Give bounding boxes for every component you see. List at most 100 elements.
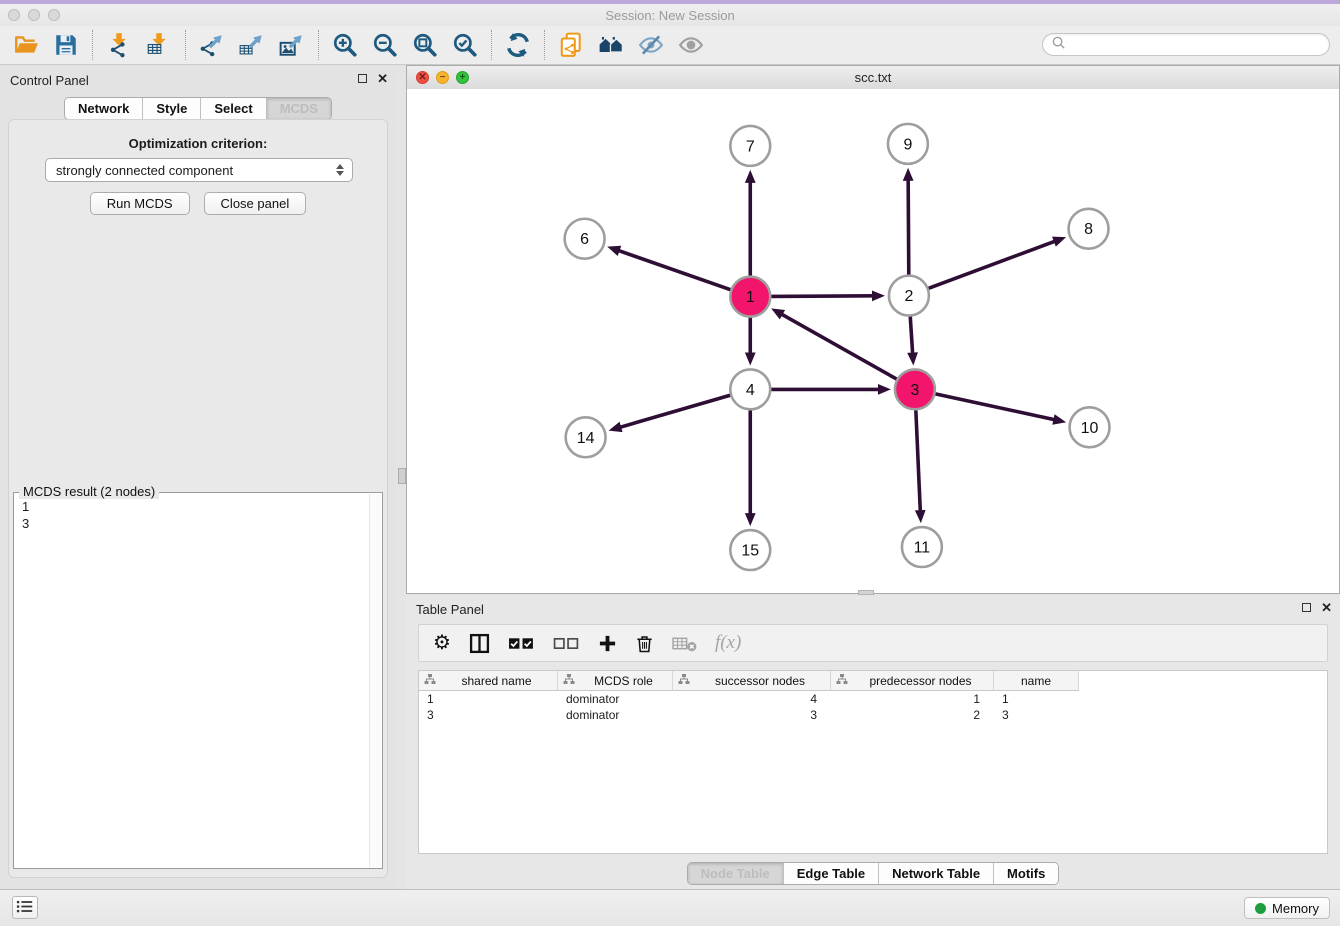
memory-status-icon <box>1255 903 1266 914</box>
add-column-icon[interactable] <box>598 630 617 656</box>
tab-edge-table[interactable]: Edge Table <box>784 863 879 884</box>
export-table-icon[interactable] <box>232 29 272 61</box>
toolbar-separator <box>92 30 93 60</box>
mcds-result-list: 13 <box>14 493 382 537</box>
edge-arrowhead <box>903 168 914 181</box>
table-row[interactable]: 1dominator411 <box>419 691 1081 707</box>
tab-mcds[interactable]: MCDS <box>267 98 331 119</box>
delete-columns-icon[interactable] <box>635 630 654 656</box>
table-cell[interactable]: dominator <box>558 707 673 723</box>
float-panel-icon[interactable] <box>358 74 367 83</box>
graph-node-label: 1 <box>746 289 755 306</box>
search-input[interactable] <box>1070 35 1329 55</box>
mcds-result-box: MCDS result (2 nodes) 13 <box>13 492 383 869</box>
main-toolbar <box>0 26 1340 65</box>
import-network-icon[interactable] <box>99 29 139 61</box>
run-mcds-button[interactable]: Run MCDS <box>90 192 190 215</box>
task-history-button[interactable] <box>12 896 38 919</box>
column-header-predecessor-nodes[interactable]: predecessor nodes <box>831 671 994 691</box>
session-title: Session: New Session <box>0 8 1340 23</box>
table-cell[interactable]: 1 <box>994 691 1079 707</box>
criterion-value: strongly connected component <box>56 163 336 178</box>
toolbar-separator <box>544 30 545 60</box>
table-cell[interactable]: dominator <box>558 691 673 707</box>
graph-edge-1-6[interactable] <box>618 250 731 289</box>
table-cell[interactable]: 3 <box>994 707 1079 723</box>
edge-arrowhead <box>745 513 756 526</box>
result-scrollbar[interactable] <box>369 494 381 867</box>
show-panels-icon[interactable] <box>671 29 711 61</box>
control-panel-header: Control Panel ✕ <box>0 71 396 91</box>
tab-node-table[interactable]: Node Table <box>688 863 784 884</box>
zoom-fit-icon[interactable] <box>405 29 445 61</box>
tab-network-table[interactable]: Network Table <box>879 863 994 884</box>
column-header-mcds-role[interactable]: MCDS role <box>558 671 673 691</box>
zoom-out-icon[interactable] <box>365 29 405 61</box>
dropdown-stepper-icon <box>336 164 344 176</box>
status-bar: Memory <box>0 889 1340 926</box>
edge-arrowhead <box>607 246 621 256</box>
tab-style[interactable]: Style <box>143 98 201 119</box>
zoom-selected-icon[interactable] <box>445 29 485 61</box>
table-cell[interactable]: 3 <box>673 707 831 723</box>
table-header-row: shared nameMCDS rolesuccessor nodesprede… <box>419 671 1081 691</box>
clone-network-icon[interactable] <box>551 29 591 61</box>
graph-edge-4-14[interactable] <box>619 395 730 427</box>
table-cell[interactable]: 1 <box>831 691 994 707</box>
table-cell[interactable]: 4 <box>673 691 831 707</box>
table-cell[interactable]: 2 <box>831 707 994 723</box>
network-overview-icon[interactable] <box>591 29 631 61</box>
graph-edge-2-9[interactable] <box>908 179 909 275</box>
float-table-panel-icon[interactable] <box>1302 603 1311 612</box>
search-field[interactable] <box>1042 33 1330 56</box>
table-panel-title: Table Panel <box>416 602 484 617</box>
criterion-dropdown[interactable]: strongly connected component <box>45 158 353 182</box>
tab-select[interactable]: Select <box>201 98 266 119</box>
table-row[interactable]: 3dominator323 <box>419 707 1081 723</box>
close-panel-button[interactable]: Close panel <box>204 192 307 215</box>
network-canvas[interactable]: 7968124314101511 <box>407 89 1339 593</box>
graph-edge-2-3[interactable] <box>910 317 912 355</box>
column-header-shared-name[interactable]: shared name <box>419 671 558 691</box>
save-session-icon[interactable] <box>46 29 86 61</box>
column-header-name[interactable]: name <box>994 671 1079 691</box>
hierarchy-icon <box>831 673 848 688</box>
tab-motifs[interactable]: Motifs <box>994 863 1058 884</box>
toggle-panes-icon[interactable] <box>469 630 490 656</box>
edge-arrowhead <box>907 352 918 365</box>
graph-edge-3-10[interactable] <box>935 394 1055 420</box>
hide-panels-icon[interactable] <box>631 29 671 61</box>
delete-table-icon <box>672 630 697 656</box>
export-network-icon[interactable] <box>192 29 232 61</box>
table-cell[interactable]: 3 <box>419 707 558 723</box>
hierarchy-icon <box>558 673 575 688</box>
table-settings-icon[interactable]: ⚙ <box>433 630 451 656</box>
memory-button[interactable]: Memory <box>1244 897 1330 919</box>
unselect-all-columns-icon[interactable] <box>553 630 580 656</box>
toolbar-separator <box>318 30 319 60</box>
table-tabs: Node TableEdge TableNetwork TableMotifs <box>406 862 1340 885</box>
select-all-columns-icon[interactable] <box>508 630 535 656</box>
graph-edge-1-2[interactable] <box>771 296 874 297</box>
zoom-in-icon[interactable] <box>325 29 365 61</box>
edge-arrowhead <box>1052 237 1066 247</box>
split-pane-handle-vertical[interactable] <box>398 468 406 484</box>
refresh-network-icon[interactable] <box>498 29 538 61</box>
close-table-panel-icon[interactable]: ✕ <box>1321 602 1332 613</box>
close-panel-icon[interactable]: ✕ <box>377 73 388 84</box>
graph-edge-3-11[interactable] <box>916 410 921 512</box>
graph-node-label: 8 <box>1084 221 1093 238</box>
toolbar-separator <box>491 30 492 60</box>
graph-edge-2-8[interactable] <box>929 241 1056 288</box>
open-session-icon[interactable] <box>6 29 46 61</box>
import-table-icon[interactable] <box>139 29 179 61</box>
control-panel-title: Control Panel <box>10 73 89 88</box>
graph-node-label: 7 <box>746 138 755 155</box>
search-icon <box>1051 35 1066 55</box>
export-image-icon[interactable] <box>272 29 312 61</box>
tab-network[interactable]: Network <box>65 98 143 119</box>
graph-edge-3-1[interactable] <box>781 314 897 379</box>
table-cell[interactable]: 1 <box>419 691 558 707</box>
split-pane-handle-horizontal[interactable] <box>858 590 874 595</box>
column-header-successor-nodes[interactable]: successor nodes <box>673 671 831 691</box>
